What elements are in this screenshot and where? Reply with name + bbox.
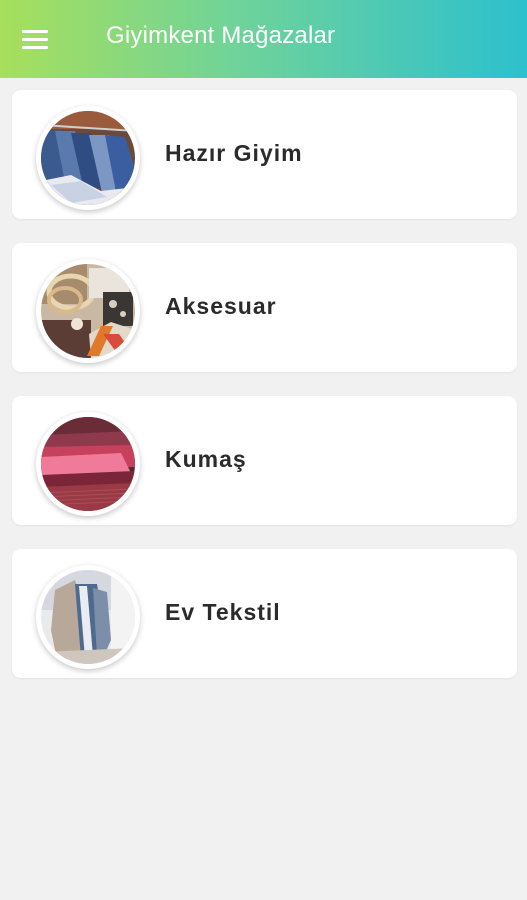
- category-label: Ev Tekstil: [165, 599, 281, 625]
- category-card-aksesuar[interactable]: Aksesuar: [12, 243, 517, 372]
- category-card-kumas[interactable]: Kumaş: [12, 396, 517, 525]
- accessories-image: [36, 259, 140, 363]
- fabric-rolls-image: [36, 412, 140, 516]
- category-card-ev-tekstil[interactable]: Ev Tekstil: [12, 549, 517, 678]
- app-title: Giyimkent Mağazalar: [106, 22, 336, 49]
- category-label: Hazır Giyim: [165, 140, 303, 166]
- category-label: Kumaş: [165, 446, 247, 472]
- app-bar: Giyimkent Mağazalar: [0, 0, 527, 78]
- hamburger-menu-icon[interactable]: [22, 24, 60, 54]
- category-label: Aksesuar: [165, 293, 277, 319]
- home-textile-image: [36, 565, 140, 669]
- clothes-rack-image: [36, 106, 140, 210]
- category-card-hazir-giyim[interactable]: Hazır Giyim: [12, 90, 517, 219]
